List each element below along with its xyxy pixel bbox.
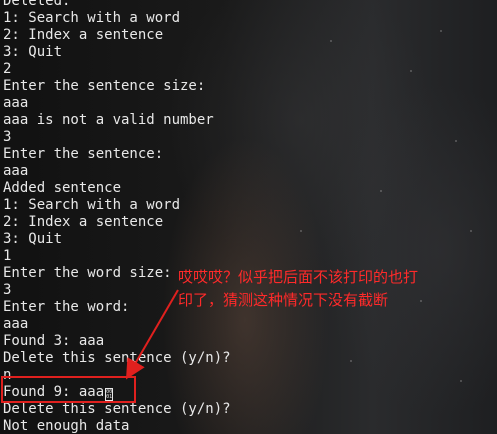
terminal-line: aaa <box>3 95 29 111</box>
terminal-line: 3: Quit <box>3 44 63 60</box>
terminal-line: Not enough data <box>3 418 130 434</box>
terminal-line: aaa <box>3 316 29 332</box>
terminal-line: 1: Search with a word <box>3 10 181 26</box>
terminal-line: Delete this sentence (y/n)? <box>3 401 231 417</box>
terminal-line: 2: Index a sentence <box>3 27 164 43</box>
terminal-line: aaa is not a valid number <box>3 112 214 128</box>
terminal-window[interactable]: Deleted. 1: Search with a word 2: Index a … <box>0 0 497 434</box>
terminal-line: 3 <box>3 129 12 145</box>
annotation-text: 哎哎哎？似乎把后面不该打印的也打 印了，猜测这种情况下没有截断 <box>178 268 419 309</box>
terminal-line: Deleted. <box>3 0 71 9</box>
terminal-line: Enter the sentence size: <box>3 78 206 94</box>
terminal-line: Added sentence <box>3 180 122 196</box>
terminal-line: 1 <box>3 248 12 264</box>
terminal-line: Enter the sentence: <box>3 146 164 162</box>
terminal-line: 3: Quit <box>3 231 63 247</box>
terminal-line: aaa <box>3 163 29 179</box>
terminal-line: Delete this sentence (y/n)? <box>3 350 231 366</box>
terminal-line: 1: Search with a word <box>3 197 181 213</box>
highlight-box <box>1 376 136 403</box>
terminal-line: Found 3: aaa <box>3 333 105 349</box>
terminal-line: 2 <box>3 61 12 77</box>
terminal-line: 2: Index a sentence <box>3 214 164 230</box>
terminal-output: Deleted. 1: Search with a word 2: Index a … <box>3 0 231 434</box>
